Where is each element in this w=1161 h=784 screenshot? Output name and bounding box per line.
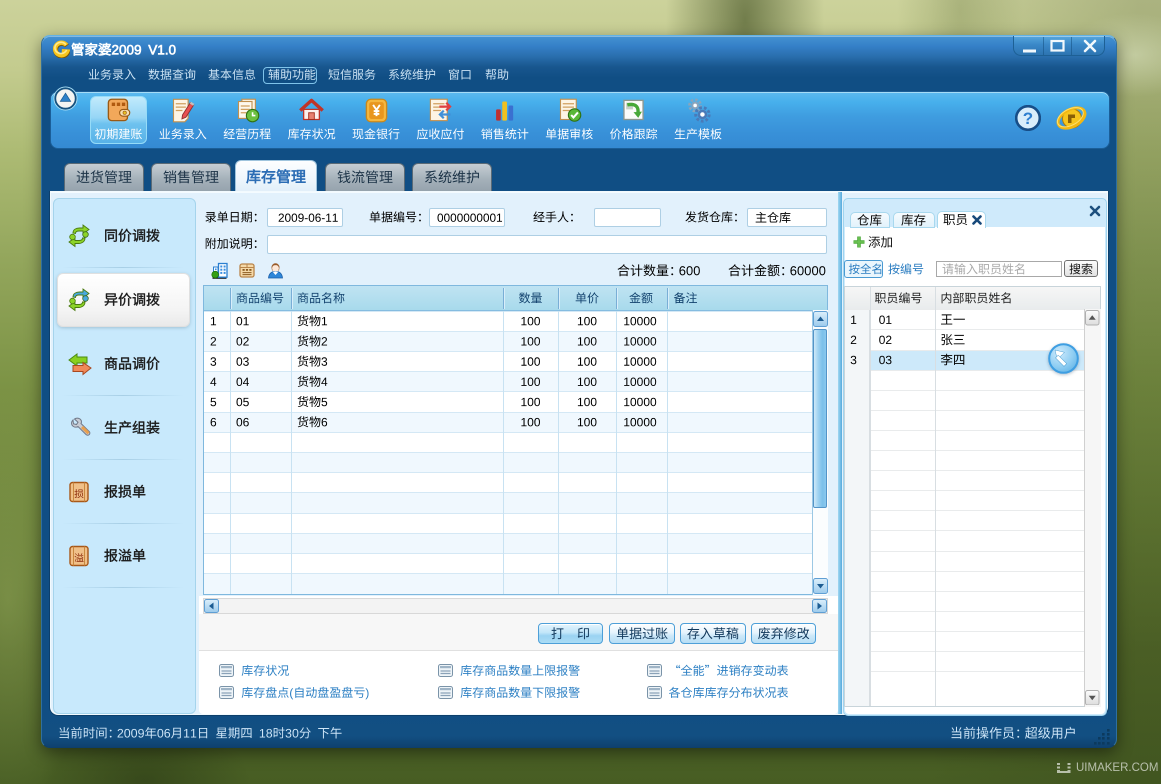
svg-text:?: ? — [1023, 109, 1033, 128]
svg-text:UIMAKER.COM: UIMAKER.COM — [1076, 762, 1158, 774]
